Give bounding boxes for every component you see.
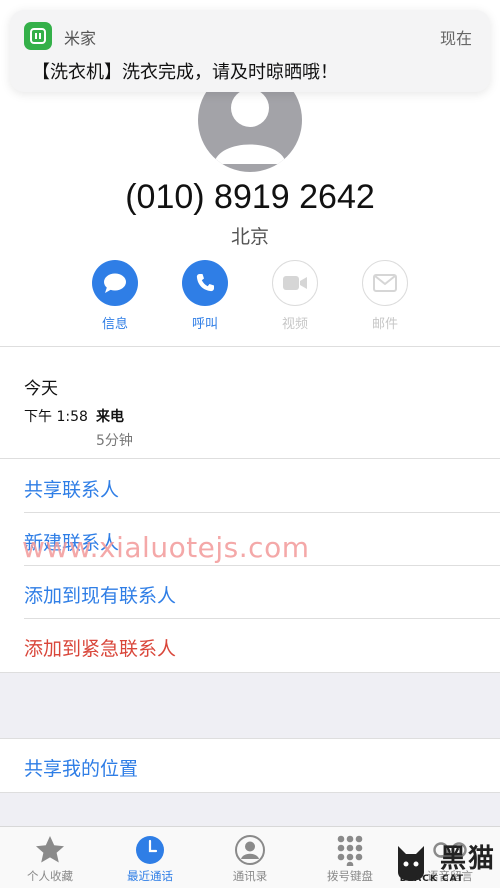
divider xyxy=(0,346,500,347)
video-icon xyxy=(272,260,318,306)
section-spacer xyxy=(0,672,500,738)
share-location-label: 共享我的位置 xyxy=(24,758,139,780)
action-row: 信息 呼叫 视频 邮件 xyxy=(0,260,500,332)
add-existing-contact-label: 添加到现有联系人 xyxy=(24,585,177,607)
divider xyxy=(0,458,500,459)
call-type: 来电 xyxy=(96,409,124,425)
tab-recents-label: 最近通话 xyxy=(127,869,173,883)
mail-label: 邮件 xyxy=(371,317,398,332)
notification-banner[interactable]: 米家 现在 【洗衣机】洗衣完成，请及时晾晒哦！ xyxy=(10,10,490,92)
tab-contacts-label: 通讯录 xyxy=(232,869,268,883)
message-icon xyxy=(92,260,138,306)
video-label: 视频 xyxy=(281,317,308,332)
video-button[interactable]: 视频 xyxy=(255,260,335,332)
star-icon xyxy=(0,833,100,867)
share-contact-label: 共享联系人 xyxy=(24,479,120,501)
call-label: 呼叫 xyxy=(191,317,218,332)
message-label: 信息 xyxy=(101,317,128,332)
mijia-icon xyxy=(24,22,52,50)
call-time: 下午 1:58 xyxy=(24,409,88,425)
brand-logo-subtext: BLACK CAT xyxy=(399,874,464,884)
divider xyxy=(0,792,500,793)
add-existing-contact-option[interactable]: 添加到现有联系人 xyxy=(0,566,500,619)
watermark: www.xialuotejs.com xyxy=(22,531,310,564)
tab-keypad[interactable]: 拨号键盘 xyxy=(300,833,400,884)
share-location-option[interactable]: 共享我的位置 xyxy=(0,739,500,792)
notification-app-name: 米家 xyxy=(64,29,97,48)
tab-favorites-label: 个人收藏 xyxy=(27,869,73,883)
tab-favorites[interactable]: 个人收藏 xyxy=(0,833,100,884)
phone-location: 北京 xyxy=(230,226,269,248)
message-button[interactable]: 信息 xyxy=(75,260,155,332)
call-duration: 5分钟 xyxy=(96,433,133,449)
add-emergency-contact-label: 添加到紧急联系人 xyxy=(24,638,177,660)
phone-icon xyxy=(182,260,228,306)
add-emergency-contact-option[interactable]: 添加到紧急联系人 xyxy=(0,619,500,672)
contacts-icon xyxy=(200,833,300,867)
history-day: 今天 xyxy=(24,379,58,399)
tab-recents[interactable]: 最近通话 xyxy=(100,833,200,884)
keypad-icon xyxy=(300,833,400,867)
call-button[interactable]: 呼叫 xyxy=(165,260,245,332)
mail-button[interactable]: 邮件 xyxy=(345,260,425,332)
tab-keypad-label: 拨号键盘 xyxy=(327,869,373,883)
notification-time: 现在 xyxy=(439,29,472,48)
mail-icon xyxy=(362,260,408,306)
share-contact-option[interactable]: 共享联系人 xyxy=(0,460,500,513)
notification-message: 【洗衣机】洗衣完成，请及时晾晒哦！ xyxy=(32,62,338,83)
divider xyxy=(0,672,500,673)
black-cat-logo: 黑猫 BLACK CAT xyxy=(390,838,500,888)
clock-icon xyxy=(100,833,200,867)
section-spacer xyxy=(0,792,500,826)
brand-logo-text: 黑猫 xyxy=(439,844,496,874)
phone-number: (010) 8919 2642 xyxy=(125,178,375,216)
tab-contacts[interactable]: 通讯录 xyxy=(200,833,300,884)
